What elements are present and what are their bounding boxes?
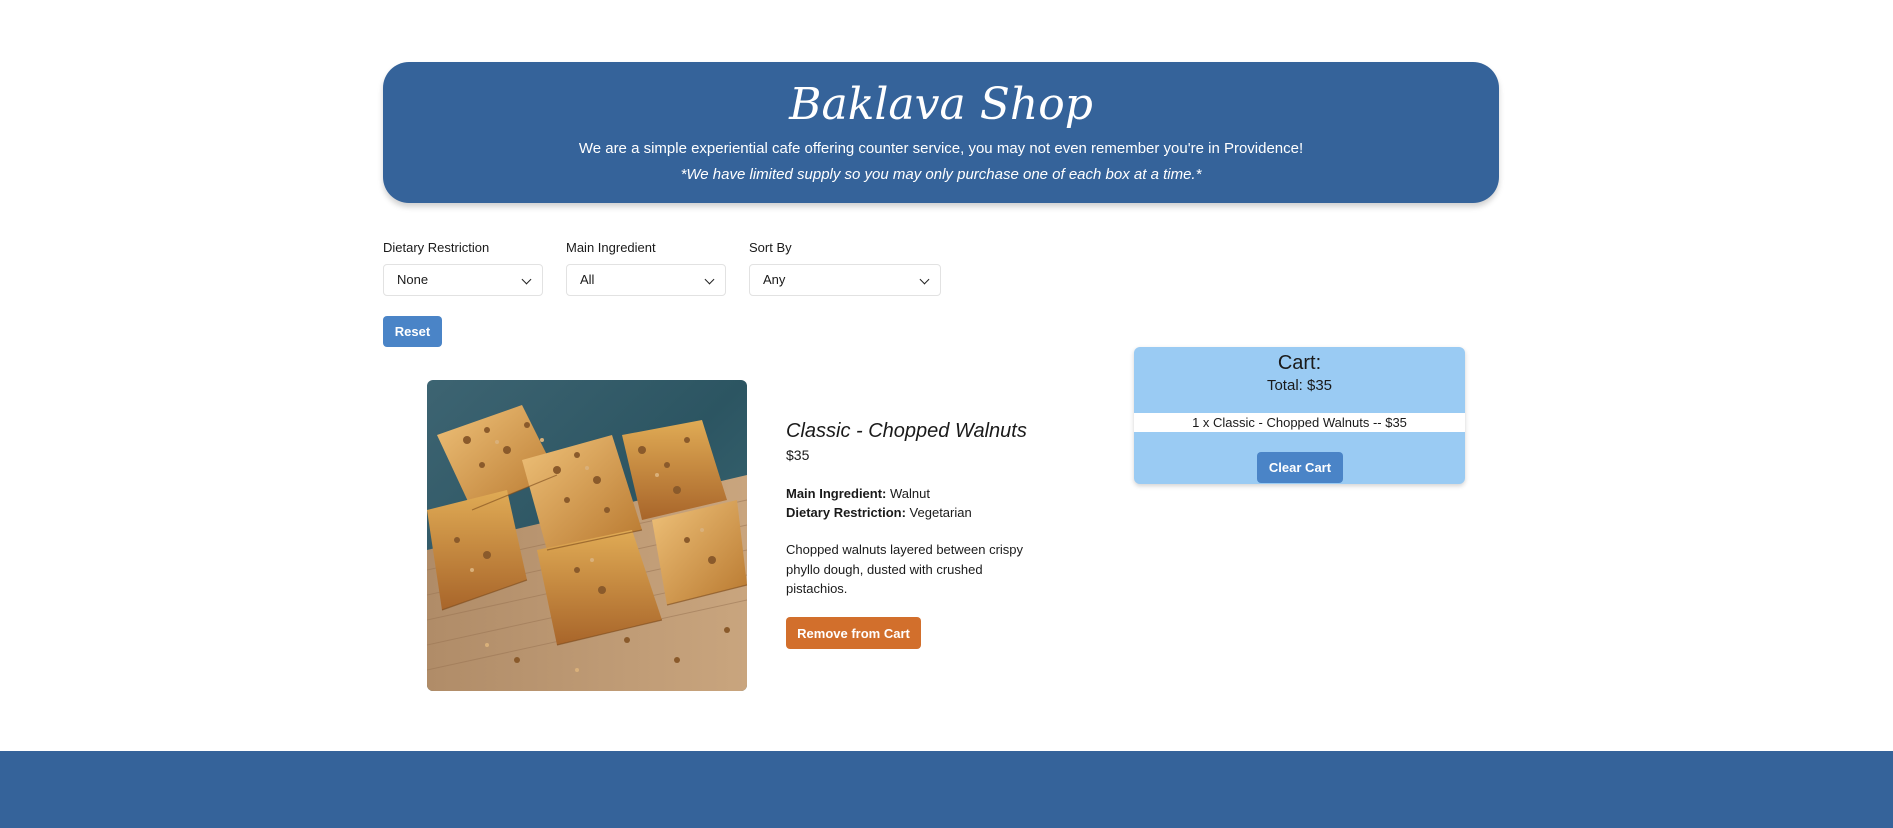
sort-filter: Sort By Any: [749, 240, 941, 296]
product-attributes: Main Ingredient: Walnut Dietary Restrict…: [786, 484, 1046, 522]
dietary-restriction-label: Dietary Restriction:: [786, 505, 906, 520]
shop-header: Baklava Shop We are a simple experientia…: [383, 62, 1499, 203]
dietary-filter: Dietary Restriction None: [383, 240, 543, 296]
clear-cart-button[interactable]: Clear Cart: [1257, 452, 1343, 483]
sort-select[interactable]: Any: [749, 264, 941, 296]
chevron-down-icon: [521, 274, 532, 285]
product-image: [427, 380, 747, 691]
dietary-restriction-value: Vegetarian: [909, 505, 972, 520]
product-name: Classic - Chopped Walnuts: [786, 420, 1027, 442]
cart-total: Total: $35: [1266, 377, 1333, 394]
ingredient-select[interactable]: All: [566, 264, 726, 296]
page-footer: [0, 751, 1893, 828]
ingredient-select-value: All: [580, 272, 595, 287]
chevron-down-icon: [919, 274, 930, 285]
reset-button[interactable]: Reset: [383, 316, 442, 347]
product-price: $35: [786, 447, 810, 463]
shop-subtitle: We are a simple experiential cafe offeri…: [578, 140, 1304, 157]
cart-title: Cart:: [1277, 352, 1322, 374]
dietary-select[interactable]: None: [383, 264, 543, 296]
dietary-restriction-row: Dietary Restriction: Vegetarian: [786, 503, 1046, 522]
sort-filter-label: Sort By: [749, 240, 792, 255]
chevron-down-icon: [704, 274, 715, 285]
main-ingredient-label: Main Ingredient:: [786, 486, 887, 501]
main-ingredient-value: Walnut: [890, 486, 930, 501]
remove-from-cart-button[interactable]: Remove from Cart: [786, 617, 921, 649]
dietary-filter-label: Dietary Restriction: [383, 240, 490, 255]
product-description: Chopped walnuts layered between crispy p…: [786, 542, 1024, 596]
shop-supply-note: *We have limited supply so you may only …: [680, 166, 1202, 183]
dietary-select-value: None: [397, 272, 429, 287]
cart-item: 1 x Classic - Chopped Walnuts -- $35: [1134, 413, 1465, 432]
shop-title: Baklava Shop: [789, 79, 1093, 130]
page: Baklava Shop We are a simple experientia…: [0, 0, 1893, 828]
ingredient-filter: Main Ingredient All: [566, 240, 726, 296]
sort-select-value: Any: [763, 272, 786, 287]
product-card: Classic - Chopped Walnuts $35 Main Ingre…: [786, 418, 1046, 599]
ingredient-filter-label: Main Ingredient: [566, 240, 656, 255]
main-ingredient-row: Main Ingredient: Walnut: [786, 484, 1046, 503]
